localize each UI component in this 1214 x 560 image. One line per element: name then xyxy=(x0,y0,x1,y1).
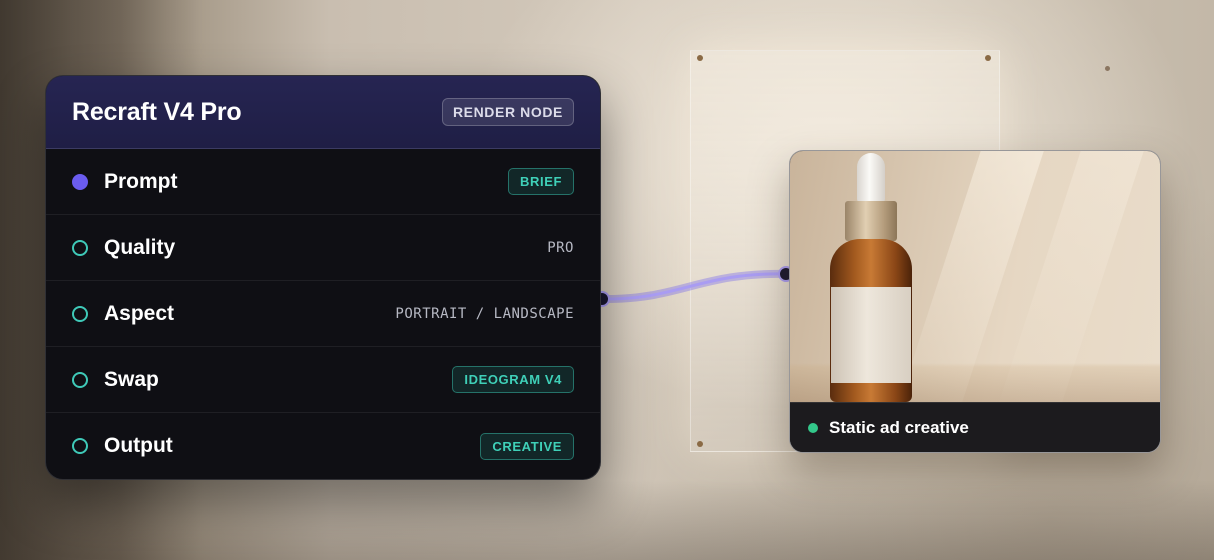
param-row-swap[interactable]: Swap IDEOGRAM V4 xyxy=(46,347,600,413)
dropper-bulb xyxy=(857,153,885,203)
node-params: Prompt BRIEF Quality PRO Aspect PORTRAIT… xyxy=(46,149,600,479)
node-header[interactable]: Recraft V4 Pro RENDER NODE xyxy=(46,76,600,149)
background-floor xyxy=(0,480,1214,560)
output-preview-card[interactable]: Static ad creative xyxy=(789,150,1161,453)
param-row-prompt[interactable]: Prompt BRIEF xyxy=(46,149,600,215)
caption-text: Static ad creative xyxy=(829,417,969,437)
input-port-aspect[interactable] xyxy=(72,305,88,322)
param-chip[interactable]: IDEOGRAM V4 xyxy=(452,366,574,393)
output-caption: Static ad creative xyxy=(790,402,1160,452)
param-label: Swap xyxy=(104,367,159,391)
dropper-collar xyxy=(845,201,897,241)
serum-bottle-illustration xyxy=(830,151,912,402)
bottle-label xyxy=(831,287,911,383)
wall-dot xyxy=(1105,66,1110,71)
input-port-swap[interactable] xyxy=(72,371,88,388)
render-node-badge: RENDER NODE xyxy=(441,98,574,126)
param-label: Output xyxy=(104,434,173,457)
param-label: Prompt xyxy=(104,169,178,193)
param-label: Quality xyxy=(104,235,176,259)
param-row-quality[interactable]: Quality PRO xyxy=(46,215,600,281)
param-chip[interactable]: CREATIVE xyxy=(480,432,574,460)
node-title: Recraft V4 Pro xyxy=(72,97,242,126)
render-node-card[interactable]: Recraft V4 Pro RENDER NODE Prompt BRIEF … xyxy=(45,75,601,480)
panel-pin xyxy=(985,55,991,61)
product-image xyxy=(790,151,1160,402)
panel-pin xyxy=(697,55,703,61)
param-value[interactable]: PORTRAIT / LANDSCAPE xyxy=(395,306,574,322)
input-port-output[interactable] xyxy=(72,438,88,454)
panel-pin xyxy=(697,441,703,447)
param-value[interactable]: PRO xyxy=(547,240,574,256)
status-dot xyxy=(808,422,818,433)
param-row-output[interactable]: Output CREATIVE xyxy=(46,413,600,479)
param-chip[interactable]: BRIEF xyxy=(508,168,574,195)
param-row-aspect[interactable]: Aspect PORTRAIT / LANDSCAPE xyxy=(46,281,600,347)
input-port-quality[interactable] xyxy=(72,239,88,256)
input-port-prompt[interactable] xyxy=(72,173,88,190)
param-label: Aspect xyxy=(104,301,175,325)
